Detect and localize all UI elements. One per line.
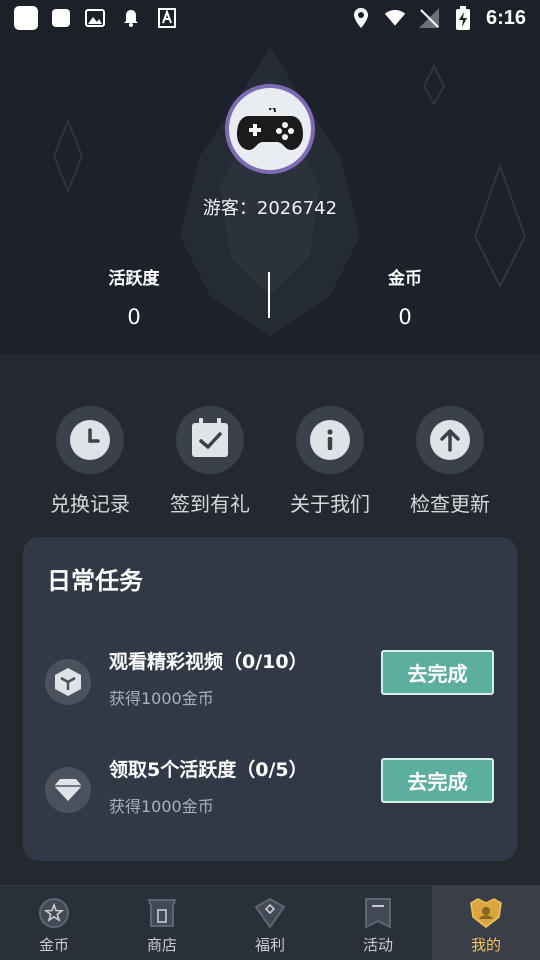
coin-icon	[37, 896, 71, 930]
nav-label: 福利	[254, 936, 285, 954]
nav-item-events[interactable]: 活动	[324, 886, 432, 960]
profile-header: 游客：2026742 活跃度 0 金币 0	[0, 36, 540, 354]
profile-crest-icon	[469, 896, 503, 930]
location-icon	[350, 7, 372, 29]
action-about-us[interactable]: 关于我们	[270, 406, 390, 517]
task-reward: 获得1000金币	[109, 797, 214, 816]
shop-icon	[145, 896, 179, 930]
bookmark-icon	[361, 896, 395, 930]
go-complete-button[interactable]: 去完成	[381, 650, 494, 695]
bell-icon	[120, 7, 142, 29]
nav-item-mine[interactable]: 我的	[432, 886, 540, 960]
stat-label: 活跃度	[108, 269, 160, 289]
activity-stat: 活跃度 0	[34, 264, 234, 329]
avatar[interactable]	[225, 84, 315, 174]
app-notification-icon	[52, 9, 70, 27]
task-name: 观看精彩视频（0/10）	[109, 651, 308, 673]
clock-icon	[70, 420, 110, 460]
info-icon	[310, 420, 350, 460]
stat-value: 0	[398, 305, 412, 329]
task-name: 领取5个活跃度（0/5）	[109, 759, 308, 781]
action-label: 兑换记录	[50, 492, 130, 516]
nav-label: 我的	[470, 936, 501, 954]
font-a-icon	[156, 7, 178, 29]
quick-actions: 兑换记录 签到有礼 关于我们 检查更新	[30, 406, 510, 517]
action-exchange-records[interactable]: 兑换记录	[30, 406, 150, 517]
bottom-nav: 金币 商店 福利 活动 我的	[0, 885, 540, 960]
nav-item-coins[interactable]: 金币	[0, 886, 108, 960]
image-icon	[84, 7, 106, 29]
action-label: 关于我们	[290, 492, 370, 516]
stat-value: 0	[127, 305, 141, 329]
action-check-update[interactable]: 检查更新	[390, 406, 510, 517]
action-sign-in[interactable]: 签到有礼	[150, 406, 270, 517]
diamond-icon	[45, 767, 91, 813]
stat-divider	[268, 272, 270, 318]
go-complete-button[interactable]: 去完成	[381, 758, 494, 803]
no-signal-icon	[418, 7, 440, 29]
nav-item-shop[interactable]: 商店	[108, 886, 216, 960]
wifi-icon	[384, 7, 406, 29]
battery-charging-icon	[452, 6, 474, 30]
arrow-up-icon	[430, 420, 470, 460]
nav-label: 活动	[362, 936, 393, 954]
nav-item-welfare[interactable]: 福利	[216, 886, 324, 960]
task-item-collect-activity: 领取5个活跃度（0/5） 获得1000金币 去完成	[23, 755, 517, 819]
nav-label: 金币	[38, 936, 69, 954]
app-notification-icon	[14, 6, 38, 30]
coins-stat: 金币 0	[305, 264, 505, 329]
task-item-watch-video: 观看精彩视频（0/10） 获得1000金币 去完成	[23, 647, 517, 711]
gift-diamond-icon	[253, 896, 287, 930]
status-bar: 6:16	[0, 0, 540, 36]
nav-label: 商店	[146, 936, 177, 954]
task-reward: 获得1000金币	[109, 689, 214, 708]
guest-id: 游客：2026742	[202, 198, 338, 219]
daily-tasks-card: 日常任务 观看精彩视频（0/10） 获得1000金币 去完成 领取5个活跃度（0…	[23, 537, 517, 861]
clock-time: 6:16	[485, 6, 526, 29]
stat-label: 金币	[388, 269, 422, 289]
action-label: 签到有礼	[170, 492, 250, 516]
gamepad-icon	[237, 108, 303, 150]
action-label: 检查更新	[410, 492, 490, 516]
card-title: 日常任务	[47, 567, 143, 595]
calendar-check-icon	[190, 417, 230, 463]
cube-icon	[45, 659, 91, 705]
